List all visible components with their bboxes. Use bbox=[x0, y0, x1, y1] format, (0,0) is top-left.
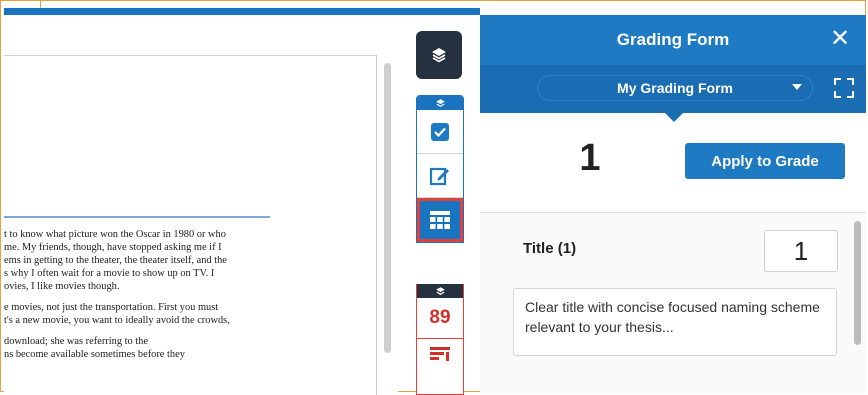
top-accent-bar bbox=[4, 8, 480, 15]
paragraph-line: e movies, not just the transportation. F… bbox=[4, 302, 219, 313]
criterion-description: Clear title with concise focused naming … bbox=[513, 288, 837, 356]
tool-group-similarity: 89 bbox=[416, 284, 464, 395]
paragraph-line: ems in getting to the theater, the theat… bbox=[4, 255, 227, 266]
panel-title: Grading Form bbox=[616, 30, 730, 49]
checklist-button[interactable] bbox=[417, 110, 463, 154]
group-layers-header bbox=[417, 284, 463, 298]
layers-icon bbox=[435, 98, 445, 107]
grid-icon bbox=[430, 210, 450, 229]
corner-mark bbox=[0, 0, 41, 8]
close-icon[interactable]: ✕ bbox=[828, 27, 852, 51]
grading-form-select[interactable]: My Grading Form bbox=[537, 75, 813, 101]
criteria-list: Title (1) 1 Clear title with concise foc… bbox=[480, 213, 866, 394]
layers-icon bbox=[432, 48, 446, 63]
paragraph-line: s why I often wait for a movie to show u… bbox=[4, 268, 215, 279]
paragraph-line: ovies, I like movies though. bbox=[4, 281, 120, 292]
report-icon bbox=[430, 347, 450, 361]
grading-form-button[interactable] bbox=[417, 198, 463, 242]
apply-to-grade-button[interactable]: Apply to Grade bbox=[685, 143, 845, 179]
panel-pointer bbox=[664, 112, 684, 122]
group-layers-header bbox=[417, 96, 463, 110]
criterion-score-input[interactable]: 1 bbox=[764, 230, 838, 272]
document-viewer: t to know what picture won the Oscar in … bbox=[4, 15, 398, 395]
paragraph-line: ns become available sometimes before the… bbox=[4, 349, 185, 360]
tool-group-grading bbox=[416, 95, 464, 243]
grading-form-panel: Grading Form ✕ My Grading Form 1 Apply t… bbox=[480, 15, 866, 394]
edit-icon bbox=[429, 167, 449, 185]
layers-button[interactable] bbox=[416, 31, 462, 79]
panel-header: Grading Form ✕ bbox=[480, 15, 866, 65]
panel-scrollbar[interactable] bbox=[854, 221, 861, 345]
layers-icon bbox=[435, 286, 445, 295]
criterion-title: Title (1) bbox=[523, 240, 577, 257]
total-score: 1 bbox=[579, 137, 601, 179]
document-title-rule bbox=[4, 216, 270, 218]
grading-form-select-value: My Grading Form bbox=[617, 80, 733, 96]
panel-subheader: My Grading Form bbox=[480, 65, 866, 113]
similarity-score-button[interactable]: 89 bbox=[417, 298, 463, 339]
paragraph-line: download; she was referring to the bbox=[4, 336, 148, 347]
report-button[interactable] bbox=[417, 339, 463, 387]
checkbox-icon bbox=[431, 122, 449, 141]
paragraph-line: t to know what picture won the Oscar in … bbox=[4, 229, 226, 240]
vertical-toolbar: 89 bbox=[414, 15, 466, 395]
paragraph-line: me. My friends, though, have stopped ask… bbox=[4, 242, 222, 253]
paragraph-line: t's a new movie, you want to ideally avo… bbox=[4, 315, 230, 326]
document-scrollbar[interactable] bbox=[384, 63, 391, 353]
document-page: t to know what picture won the Oscar in … bbox=[4, 55, 377, 395]
chevron-down-icon bbox=[792, 84, 802, 90]
expand-icon[interactable] bbox=[834, 78, 854, 98]
comment-edit-button[interactable] bbox=[417, 154, 463, 198]
